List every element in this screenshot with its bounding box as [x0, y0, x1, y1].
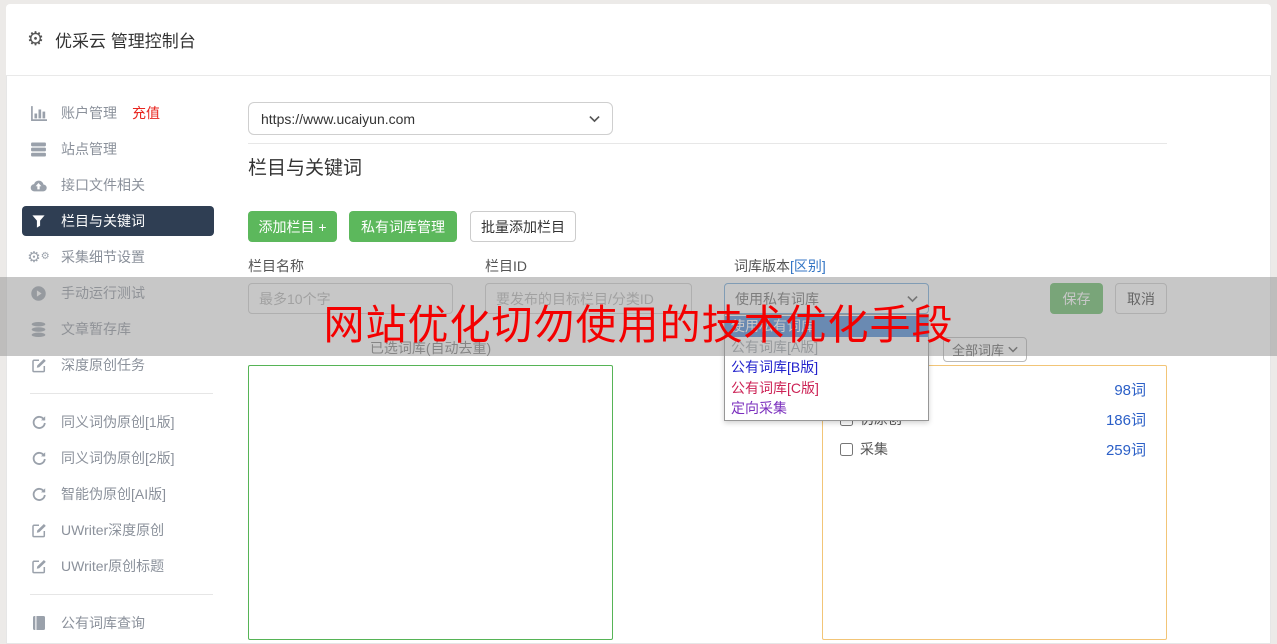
brand: ⚙ 优采云 管理控制台	[27, 27, 196, 52]
column-id-label: 栏目ID	[485, 258, 527, 274]
app-header: ⚙ 优采云 管理控制台	[6, 4, 1271, 76]
word-count: 98词	[1114, 381, 1146, 399]
site-url-value: https://www.ucaiyun.com	[261, 110, 416, 127]
refresh-icon	[30, 486, 47, 503]
sidebar-item-label: 智能伪原创[AI版]	[61, 486, 167, 502]
content-divider	[248, 143, 1167, 144]
sidebar-item-label: 深度原创任务	[61, 357, 145, 373]
collection-checkbox[interactable]	[840, 442, 853, 456]
add-column-button[interactable]: 添加栏目 +	[248, 211, 337, 242]
bar-chart-icon	[30, 105, 47, 122]
sidebar-item-label: UWriter原创标题	[61, 558, 165, 574]
dropdown-option-targeted-collection[interactable]: 定向采集	[725, 398, 928, 419]
refresh-icon	[30, 450, 47, 467]
sidebar-item-synonym-v2[interactable]: 同义词伪原创[2版]	[6, 440, 243, 476]
site-url-select[interactable]: https://www.ucaiyun.com	[248, 102, 613, 135]
selected-thesaurus-box	[248, 365, 613, 640]
pencil-square-icon	[30, 558, 47, 575]
sidebar-divider	[6, 383, 243, 404]
dropdown-option-public-c[interactable]: 公有词库[C版]	[725, 378, 928, 399]
refresh-icon	[30, 414, 47, 431]
sidebar-item-label: 接口文件相关	[61, 177, 145, 193]
gear-icon: ⚙	[27, 29, 45, 50]
sidebar-item-columns-keywords[interactable]: 栏目与关键词	[22, 206, 214, 236]
sidebar-item-label: 账户管理	[61, 105, 117, 121]
thesaurus-version-label: 词库版本[区别]	[734, 258, 826, 274]
sidebar-item-label: 栏目与关键词	[61, 213, 145, 229]
sidebar-item-label: UWriter深度原创	[61, 522, 165, 538]
sidebar-item-sites[interactable]: 站点管理	[6, 131, 243, 167]
sidebar-item-ai-pseudo-original[interactable]: 智能伪原创[AI版]	[6, 476, 243, 512]
page-title: 栏目与关键词	[248, 158, 363, 179]
batch-add-columns-button[interactable]: 批量添加栏目	[470, 211, 576, 242]
cloud-upload-icon	[30, 177, 47, 194]
sidebar-item-synonym-v1[interactable]: 同义词伪原创[1版]	[6, 404, 243, 440]
sidebar-item-collection-settings[interactable]: ⚙ ⚙ 采集细节设置	[6, 239, 243, 275]
pencil-square-icon	[30, 522, 47, 539]
warning-text: 网站优化切勿使用的技术优化手段	[323, 302, 954, 348]
private-thesaurus-button[interactable]: 私有词库管理	[349, 211, 457, 242]
server-icon	[30, 141, 47, 158]
sidebar-item-label: 同义词伪原创[2版]	[61, 450, 175, 466]
version-difference-link[interactable]: [区别]	[790, 258, 826, 274]
pencil-square-icon	[30, 357, 47, 374]
word-list-row: 采集 259词	[823, 434, 1166, 464]
word-list-label: 采集	[860, 441, 888, 457]
sidebar-divider	[6, 584, 243, 605]
word-count: 259词	[1105, 441, 1146, 459]
column-name-label: 栏目名称	[248, 258, 304, 274]
sidebar-item-label: 采集细节设置	[61, 249, 145, 265]
dropdown-option-public-b[interactable]: 公有词库[B版]	[725, 357, 928, 378]
funnel-icon	[30, 213, 47, 230]
gears-icon: ⚙ ⚙	[27, 248, 50, 266]
sidebar: 账户管理 充值 站点管理 接口文件相关 栏目与关键词 ⚙⚙ 采集细节设置 手动运…	[6, 95, 243, 641]
sidebar-item-account[interactable]: 账户管理 充值	[6, 95, 243, 131]
sidebar-item-uwriter-title[interactable]: UWriter原创标题	[6, 548, 243, 584]
word-count: 186词	[1105, 411, 1146, 429]
sidebar-item-uwriter-deep[interactable]: UWriter深度原创	[6, 512, 243, 548]
app-title: 优采云 管理控制台	[55, 32, 196, 51]
recharge-badge[interactable]: 充值	[132, 103, 160, 123]
sidebar-item-interface-files[interactable]: 接口文件相关	[6, 167, 243, 203]
sidebar-item-label: 公有词库查询	[61, 615, 145, 631]
sidebar-item-label: 同义词伪原创[1版]	[61, 414, 175, 430]
chevron-down-icon	[589, 115, 600, 123]
sidebar-item-label: 站点管理	[61, 141, 117, 157]
book-icon	[30, 615, 47, 632]
